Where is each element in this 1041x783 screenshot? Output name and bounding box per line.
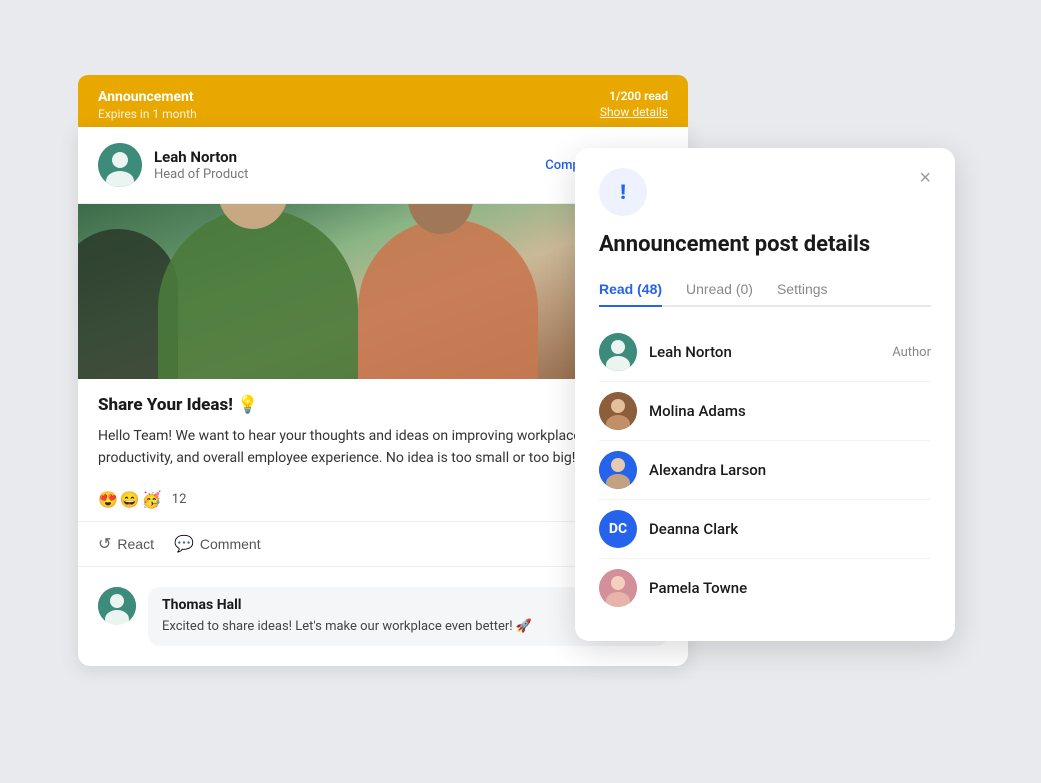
- comment-icon: 💬: [174, 534, 194, 554]
- reaction-count: 12: [172, 492, 187, 507]
- panel-title: Announcement post details: [599, 232, 931, 257]
- emoji-party[interactable]: 🥳: [142, 490, 162, 509]
- alert-icon: !: [620, 180, 626, 204]
- user-avatar-molina: [599, 392, 637, 430]
- user-name-alexandra: Alexandra Larson: [649, 461, 931, 479]
- post-author-name: Leah Norton: [154, 148, 545, 166]
- post-author-info: Leah Norton Head of Product: [154, 148, 545, 182]
- user-name-molina: Molina Adams: [649, 402, 931, 420]
- tab-read[interactable]: Read (48): [599, 273, 662, 307]
- react-label: React: [117, 536, 154, 552]
- comment-avatar: [98, 587, 136, 625]
- banner-read-count: 1/200 read: [600, 89, 668, 103]
- user-name-leah: Leah Norton: [649, 343, 892, 361]
- list-item: Pamela Towne: [599, 559, 931, 617]
- tab-settings[interactable]: Settings: [777, 273, 828, 307]
- banner-right: 1/200 read Show details: [600, 89, 668, 119]
- user-name-deanna: Deanna Clark: [649, 520, 931, 538]
- banner-expiry: Expires in 1 month: [98, 107, 197, 121]
- user-avatar-deanna: DC: [599, 510, 637, 548]
- react-icon: ↺: [98, 534, 111, 554]
- user-role-leah: Author: [892, 345, 931, 360]
- banner-show-details[interactable]: Show details: [600, 105, 668, 119]
- comment-button[interactable]: 💬 Comment: [174, 530, 261, 558]
- user-list: Leah Norton Author Molina Adams: [599, 323, 931, 617]
- user-avatar-leah: [599, 333, 637, 371]
- banner-title: Announcement: [98, 89, 197, 105]
- reaction-emojis: 😍 😄 🥳: [98, 490, 162, 509]
- panel-header: ! ×: [599, 168, 931, 216]
- emoji-heart-eyes[interactable]: 😍: [98, 490, 118, 509]
- post-author-avatar: [98, 143, 142, 187]
- user-avatar-alexandra: [599, 451, 637, 489]
- panel-icon-circle: !: [599, 168, 647, 216]
- details-panel: ! × Announcement post details Read (48) …: [575, 148, 955, 641]
- panel-close-button[interactable]: ×: [919, 168, 931, 188]
- react-button[interactable]: ↺ React: [98, 530, 154, 558]
- banner-left: Announcement Expires in 1 month: [98, 89, 197, 121]
- list-item: DC Deanna Clark: [599, 500, 931, 559]
- panel-tabs: Read (48) Unread (0) Settings: [599, 273, 931, 307]
- announcement-banner: Announcement Expires in 1 month 1/200 re…: [78, 75, 688, 135]
- comment-label: Comment: [200, 536, 261, 552]
- post-author-title: Head of Product: [154, 167, 545, 182]
- user-avatar-pamela: [599, 569, 637, 607]
- deanna-initials: DC: [609, 521, 627, 537]
- emoji-grin[interactable]: 😄: [120, 490, 140, 509]
- tab-unread[interactable]: Unread (0): [686, 273, 753, 307]
- list-item: Leah Norton Author: [599, 323, 931, 382]
- list-item: Alexandra Larson: [599, 441, 931, 500]
- list-item: Molina Adams: [599, 382, 931, 441]
- user-name-pamela: Pamela Towne: [649, 579, 931, 597]
